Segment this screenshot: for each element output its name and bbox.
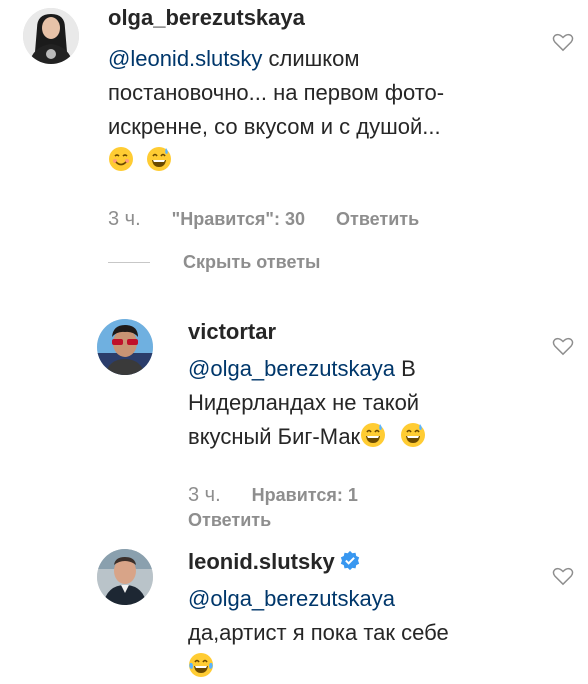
grinning-sweat-icon	[360, 422, 386, 448]
comment-text-line: да,артист я пока так себе	[188, 620, 449, 645]
likes-count[interactable]: "Нравится": 30	[172, 209, 305, 229]
comment-text: @olga_berezutskaya В Нидерландах не тако…	[188, 352, 548, 454]
like-heart-icon[interactable]	[552, 32, 574, 52]
tears-of-joy-icon	[188, 652, 214, 678]
comment-time: 3 ч.	[108, 208, 141, 230]
verified-badge-icon	[339, 550, 361, 572]
mention-link[interactable]: @olga_berezutskaya	[188, 356, 395, 381]
mention-link[interactable]: @leonid.slutsky	[108, 46, 262, 71]
comment-username[interactable]: leonid.slutsky	[188, 549, 335, 574]
comment-text: @olga_berezutskaya да,артист я пока так …	[188, 582, 548, 684]
comment-text-line: Нидерландах не такой	[188, 390, 420, 415]
comment-text-part: В	[395, 356, 416, 381]
grinning-sweat-icon	[400, 422, 426, 448]
grinning-sweat-icon	[146, 146, 172, 172]
divider	[108, 262, 150, 263]
comment-text-line: искренне, со вкусом и с душой...	[108, 114, 441, 139]
smiling-face-icon	[108, 146, 134, 172]
comment-text-part: слишком	[262, 46, 360, 71]
comment-text-line: вкусный Биг-Мак	[188, 424, 361, 449]
avatar[interactable]	[23, 8, 79, 64]
comment-meta: 3 ч. Нравится: 1	[188, 484, 358, 507]
comment-text-line: постановочно... на первом фото-	[108, 80, 445, 105]
like-heart-icon[interactable]	[552, 336, 574, 356]
comment-username[interactable]: olga_berezutskaya	[108, 4, 548, 32]
reply-button[interactable]: Ответить	[336, 209, 419, 229]
like-heart-icon[interactable]	[552, 566, 574, 586]
comment-text: @leonid.slutsky слишком постановочно... …	[108, 42, 548, 178]
comment-time: 3 ч.	[188, 484, 221, 506]
reply-button[interactable]: Ответить	[188, 510, 271, 531]
mention-link[interactable]: @olga_berezutskaya	[188, 586, 395, 611]
comment-username[interactable]: victortar	[188, 318, 548, 346]
avatar[interactable]	[97, 319, 153, 375]
comment-slutsky: leonid.slutsky @olga_berezutskaya да,арт…	[188, 548, 548, 684]
comment-username-row: leonid.slutsky	[188, 548, 548, 576]
hide-replies-button[interactable]: Скрыть ответы	[183, 252, 320, 273]
comment-olga: olga_berezutskaya @leonid.slutsky слишко…	[108, 4, 548, 178]
comment-victortar: victortar @olga_berezutskaya В Нидерланд…	[188, 318, 548, 454]
avatar[interactable]	[97, 549, 153, 605]
likes-count[interactable]: Нравится: 1	[252, 485, 358, 505]
comment-meta: 3 ч. "Нравится": 30 Ответить	[108, 208, 419, 231]
